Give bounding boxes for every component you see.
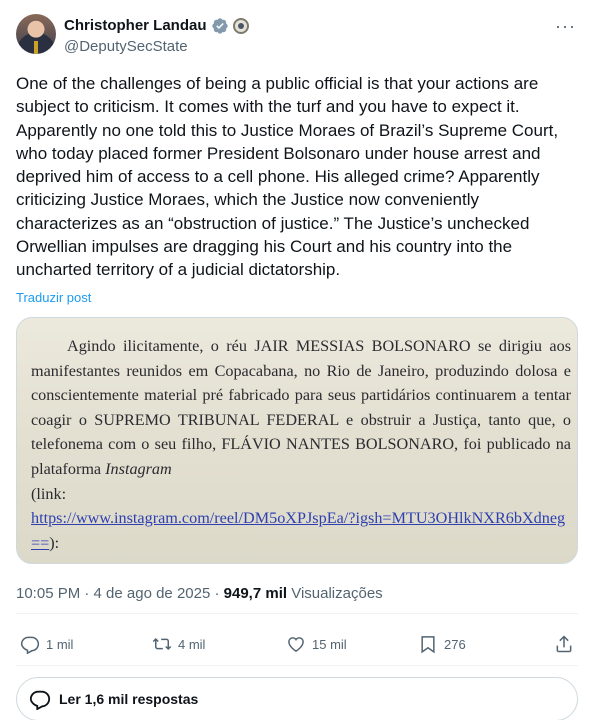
verified-badge-icon	[211, 17, 229, 35]
heart-icon	[288, 637, 304, 652]
tweet-header: Christopher Landau @DeputySecState ···	[16, 12, 578, 56]
share-icon	[556, 635, 572, 653]
document-body: Agindo ilicitamente, o réu JAIR MESSIAS …	[31, 337, 571, 478]
avatar[interactable]	[16, 14, 56, 54]
more-options-icon[interactable]: ···	[555, 17, 576, 35]
like-button[interactable]: 15 mil	[286, 634, 347, 654]
reply-count: 1 mil	[46, 636, 74, 652]
views-label: Visualizações	[287, 585, 383, 602]
document-link-prefix: (link:	[31, 484, 67, 503]
document-link-suffix: ):	[49, 533, 60, 552]
timestamp[interactable]: 10:05 PM · 4 de ago de 2025 ·	[16, 585, 224, 602]
tweet-media-image[interactable]: Agindo ilicitamente, o réu JAIR MESSIAS …	[16, 317, 578, 564]
reply-bubble-icon	[29, 690, 51, 710]
tweet-text: One of the challenges of being a public …	[16, 74, 559, 280]
divider	[16, 665, 578, 666]
tweet-meta: 10:05 PM · 4 de ago de 2025 · 949,7 mil …	[16, 584, 383, 604]
repost-button[interactable]: 4 mil	[152, 634, 205, 654]
reply-icon	[20, 636, 40, 654]
action-bar: 1 mil 4 mil 15 mil 276	[16, 630, 578, 660]
bookmark-button[interactable]: 276	[418, 634, 466, 654]
divider	[16, 613, 578, 614]
document-italic-word: Instagram	[105, 459, 172, 478]
reply-button[interactable]: 1 mil	[20, 634, 73, 654]
author-name[interactable]: Christopher Landau	[64, 16, 207, 36]
author-handle[interactable]: @DeputySecState	[64, 37, 188, 57]
repost-icon	[152, 637, 172, 651]
share-button[interactable]	[554, 634, 574, 654]
document-link: https://www.instagram.com/reel/DM5oXPJsp…	[31, 509, 566, 552]
bookmark-icon	[421, 636, 435, 654]
repost-count: 4 mil	[178, 636, 206, 652]
author-name-row: Christopher Landau	[64, 16, 249, 36]
read-replies-label: Ler 1,6 mil respostas	[59, 691, 199, 707]
views-count: 949,7 mil	[223, 585, 288, 602]
government-seal-icon	[232, 18, 249, 34]
read-replies-button[interactable]: Ler 1,6 mil respostas	[16, 677, 578, 720]
document-excerpt: Agindo ilicitamente, o réu JAIR MESSIAS …	[31, 334, 571, 555]
like-count: 15 mil	[312, 636, 347, 652]
bookmark-count: 276	[444, 636, 466, 652]
avatar-tie	[34, 41, 38, 54]
translate-post-link[interactable]: Traduzir post	[16, 290, 91, 305]
